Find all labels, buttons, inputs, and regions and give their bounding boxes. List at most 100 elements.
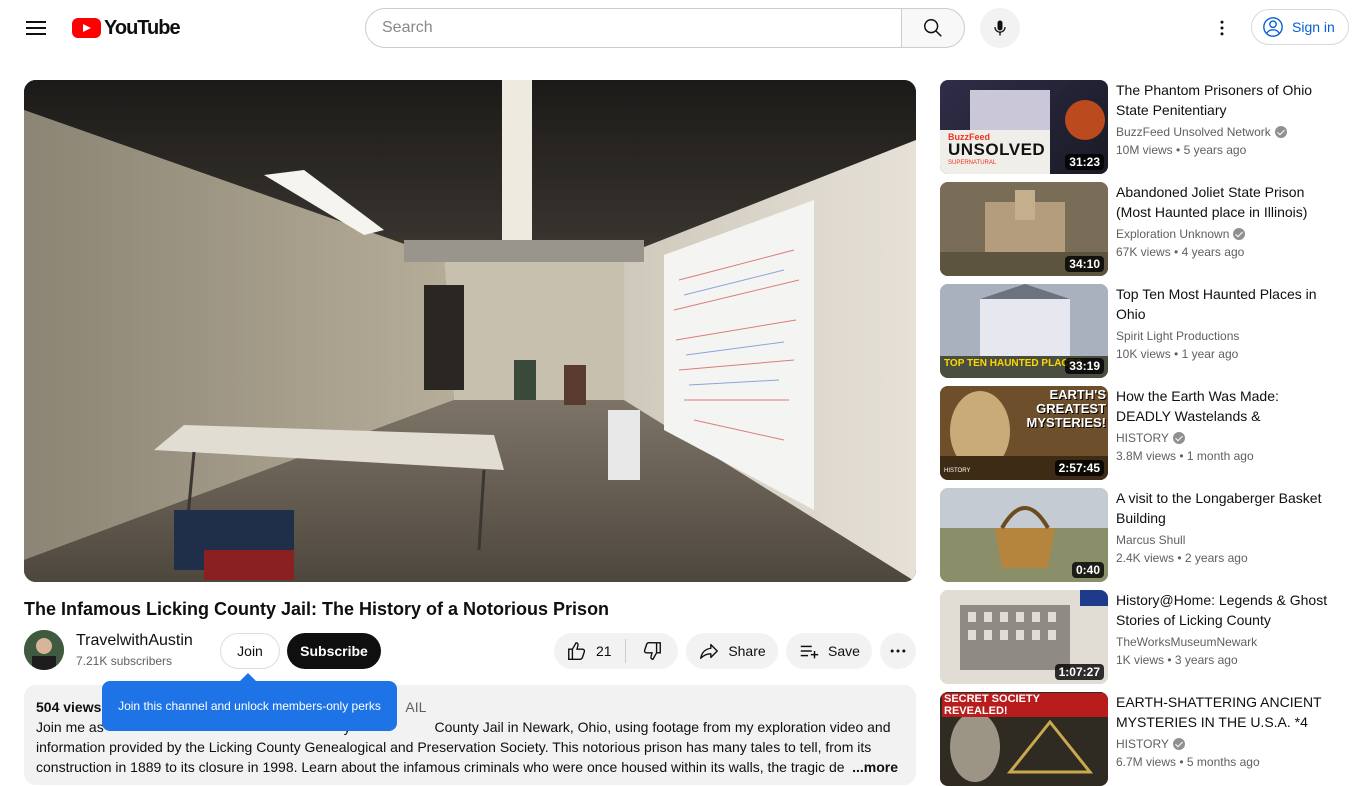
related-title[interactable]: How the Earth Was Made: DEADLY Wasteland… — [1116, 386, 1328, 426]
youtube-logo[interactable]: YouTube — [72, 16, 181, 40]
related-channel[interactable]: TheWorksMuseumNewark — [1116, 635, 1257, 649]
save-button[interactable]: Save — [786, 633, 872, 669]
related-title[interactable]: The Phantom Prisoners of Ohio State Peni… — [1116, 80, 1328, 120]
search-icon — [924, 19, 942, 37]
related-title[interactable]: A visit to the Longaberger Basket Buildi… — [1116, 488, 1328, 528]
related-channel[interactable]: HISTORY — [1116, 737, 1185, 751]
share-icon — [700, 643, 719, 660]
view-count: 504 views — [36, 699, 102, 715]
related-channel[interactable]: HISTORY — [1116, 431, 1185, 445]
related-views: 1K views — [1116, 653, 1165, 667]
search-box[interactable] — [365, 8, 902, 48]
related-channel[interactable]: Marcus Shull — [1116, 533, 1185, 547]
channel-label: HISTORY — [1116, 737, 1169, 751]
owner-row: TravelwithAustin 7.21K subscribers Join … — [24, 630, 916, 670]
sign-in-label: Sign in — [1292, 19, 1335, 35]
microphone-icon — [994, 20, 1006, 36]
thumbnail[interactable]: 1:07:27 — [940, 590, 1108, 684]
account-icon — [1263, 17, 1283, 37]
thumbnail-caption: SECRET SOCIETY REVEALED! — [942, 693, 1108, 717]
related-meta: 67K views • 4 years ago — [1116, 245, 1245, 259]
verified-icon — [1233, 228, 1246, 240]
thumbs-up-icon — [568, 642, 586, 660]
like-count: 21 — [596, 643, 612, 659]
hashtag-fragment[interactable]: AIL — [405, 697, 426, 717]
play-logo-icon — [72, 18, 101, 38]
masthead: YouTube Sign in — [0, 0, 1366, 56]
menu-icon[interactable] — [16, 8, 56, 48]
search-input[interactable] — [382, 19, 901, 37]
related-title[interactable]: Abandoned Joliet State Prison (Most Haun… — [1116, 182, 1328, 222]
related-item[interactable]: BuzzFeed UNSOLVED SUPERNATURAL 31:23 The… — [940, 80, 1342, 174]
duration-badge: 33:19 — [1065, 358, 1104, 374]
thumbnail[interactable]: EARTH'S GREATEST MYSTERIES! HISTORY 2:57… — [940, 386, 1108, 480]
show-more-link[interactable]: ...more — [846, 757, 898, 777]
thumbnail[interactable]: SECRET SOCIETY REVEALED! — [940, 692, 1108, 786]
thumbnail[interactable]: BuzzFeed UNSOLVED SUPERNATURAL 31:23 — [940, 80, 1108, 174]
channel-avatar[interactable] — [24, 630, 64, 670]
related-age: 5 years ago — [1183, 143, 1247, 157]
dislike-button[interactable] — [626, 633, 678, 669]
vertical-dots-icon — [1220, 20, 1224, 36]
video-title: The Infamous Licking County Jail: The Hi… — [24, 599, 610, 619]
related-title[interactable]: History@Home: Legends & Ghost Stories of… — [1116, 590, 1328, 630]
related-item[interactable]: 34:10 Abandoned Joliet State Prison (Mos… — [940, 182, 1342, 276]
channel-label: Exploration Unknown — [1116, 227, 1230, 241]
add-to-playlist-icon — [800, 645, 819, 659]
related-age: 3 years ago — [1174, 653, 1238, 667]
duration-badge: 34:10 — [1065, 256, 1104, 272]
related-item[interactable]: 0:40 A visit to the Longaberger Basket B… — [940, 488, 1342, 582]
related-title[interactable]: EARTH-SHATTERING ANCIENT MYSTERIES IN TH… — [1116, 692, 1328, 732]
verified-icon — [1274, 126, 1287, 138]
related-channel[interactable]: Spirit Light Productions — [1116, 329, 1239, 343]
related-meta: 3.8M views • 1 month ago — [1116, 449, 1254, 463]
search-button[interactable] — [901, 8, 965, 48]
thumbnail[interactable]: 0:40 — [940, 488, 1108, 582]
related-channel[interactable]: Exploration Unknown — [1116, 227, 1246, 241]
related-views: 6.7M views — [1116, 755, 1177, 769]
join-button[interactable]: Join — [220, 633, 280, 669]
avatar-image — [24, 630, 64, 670]
voice-search-button[interactable] — [980, 8, 1020, 48]
related-item[interactable]: TOP TEN HAUNTED PLACES 33:19 Top Ten Mos… — [940, 284, 1342, 378]
related-item[interactable]: SECRET SOCIETY REVEALED! EARTH-SHATTERIN… — [940, 692, 1342, 786]
subscribe-button[interactable]: Subscribe — [287, 633, 381, 669]
subscriber-count: 7.21K subscribers — [76, 654, 173, 668]
like-button[interactable]: 21 — [554, 633, 625, 669]
verified-icon — [1172, 738, 1185, 750]
thumbnail-caption: TOP TEN HAUNTED PLACES — [944, 358, 1082, 369]
related-meta: 2.4K views • 2 years ago — [1116, 551, 1248, 565]
thumbnail-caption: UNSOLVED — [948, 140, 1046, 159]
related-age: 1 year ago — [1181, 347, 1239, 361]
duration-badge: 0:40 — [1071, 562, 1104, 578]
more-actions-button[interactable] — [880, 633, 916, 669]
related-views: 3.8M views — [1116, 449, 1177, 463]
related-channel[interactable]: BuzzFeed Unsolved Network — [1116, 125, 1287, 139]
channel-name[interactable]: TravelwithAustin — [76, 632, 193, 650]
share-label: Share — [728, 643, 766, 659]
channel-label: BuzzFeed Unsolved Network — [1116, 125, 1271, 139]
thumbnail-brand: HISTORY — [944, 468, 971, 474]
related-item[interactable]: EARTH'S GREATEST MYSTERIES! HISTORY 2:57… — [940, 386, 1342, 480]
thumbnail[interactable]: 34:10 — [940, 182, 1108, 276]
related-item[interactable]: 1:07:27 History@Home: Legends & Ghost St… — [940, 590, 1342, 684]
related-title[interactable]: Top Ten Most Haunted Places in Ohio — [1116, 284, 1328, 324]
channel-label: Marcus Shull — [1116, 533, 1186, 547]
duration-badge: 31:23 — [1065, 154, 1104, 170]
channel-label: Spirit Light Productions — [1116, 329, 1240, 343]
video-frame — [24, 80, 916, 582]
related-age: 1 month ago — [1186, 449, 1254, 463]
related-meta: 10K views • 1 year ago — [1116, 347, 1239, 361]
sign-in-button[interactable]: Sign in — [1251, 9, 1349, 45]
related-age: 2 years ago — [1184, 551, 1248, 565]
related-views: 10K views — [1116, 347, 1171, 361]
settings-menu-button[interactable] — [1202, 8, 1242, 48]
thumbnail[interactable]: TOP TEN HAUNTED PLACES 33:19 — [940, 284, 1108, 378]
channel-label: HISTORY — [1116, 431, 1169, 445]
horizontal-dots-icon — [890, 649, 906, 653]
related-age: 5 months ago — [1186, 755, 1260, 769]
share-button[interactable]: Share — [686, 633, 778, 669]
verified-icon — [1172, 432, 1185, 444]
thumbs-down-icon — [643, 642, 661, 660]
video-player[interactable] — [24, 80, 916, 582]
